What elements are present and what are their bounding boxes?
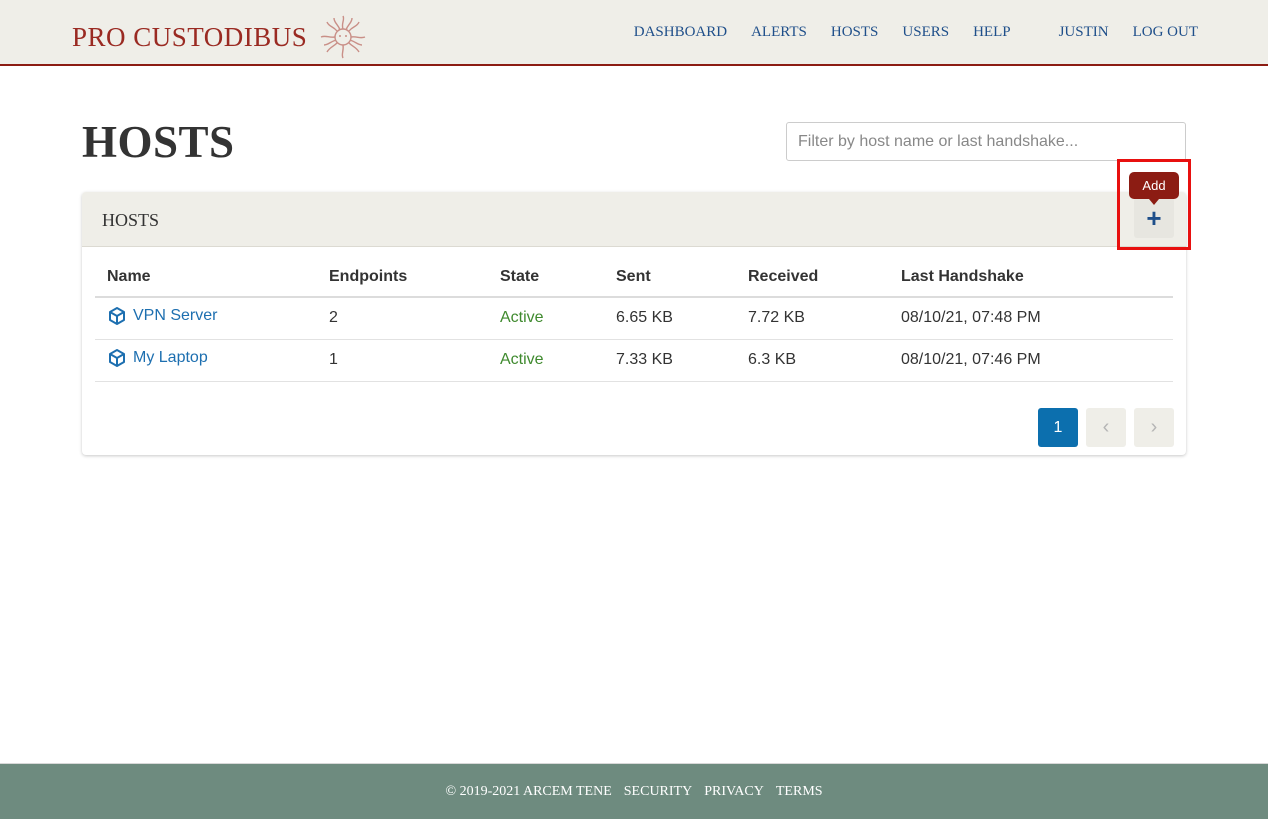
main-nav: DASHBOARD ALERTS HOSTS USERS HELP JUSTIN… xyxy=(610,22,1198,42)
host-received: 6.3 KB xyxy=(736,339,889,382)
host-last-handshake: 08/10/21, 07:46 PM xyxy=(889,339,1173,382)
prev-page-button[interactable]: ‹ xyxy=(1086,408,1126,447)
host-sent: 6.65 KB xyxy=(604,297,736,340)
col-state[interactable]: State xyxy=(488,257,604,298)
brand-name[interactable]: PRO CUSTODIBUS xyxy=(72,19,307,55)
nav-hosts[interactable]: HOSTS xyxy=(831,22,879,42)
host-sent: 7.33 KB xyxy=(604,339,736,382)
table-row: My Laptop 1 Active 7.33 KB 6.3 KB 08/10/… xyxy=(95,339,1173,382)
host-name: My Laptop xyxy=(133,348,208,366)
card-header: HOSTS + xyxy=(82,192,1186,247)
col-name[interactable]: Name xyxy=(95,257,317,298)
plus-icon: + xyxy=(1146,203,1162,233)
next-page-button[interactable]: › xyxy=(1134,408,1174,447)
cube-icon xyxy=(109,306,125,325)
footer-security-link[interactable]: SECURITY xyxy=(624,784,692,800)
host-received: 7.72 KB xyxy=(736,297,889,340)
host-last-handshake: 08/10/21, 07:48 PM xyxy=(889,297,1173,340)
col-endpoints[interactable]: Endpoints xyxy=(317,257,488,298)
hosts-table: Name Endpoints State Sent Received Last … xyxy=(95,257,1173,382)
host-endpoints: 2 xyxy=(317,297,488,340)
table-row: VPN Server 2 Active 6.65 KB 7.72 KB 08/1… xyxy=(95,297,1173,340)
col-last-handshake[interactable]: Last Handshake xyxy=(889,257,1173,298)
brand[interactable]: PRO CUSTODIBUS xyxy=(72,14,367,60)
host-state: Active xyxy=(488,297,604,340)
col-received[interactable]: Received xyxy=(736,257,889,298)
page-1-button[interactable]: 1 xyxy=(1038,408,1078,447)
nav-dashboard[interactable]: DASHBOARD xyxy=(634,22,727,42)
pagination: 1 ‹ › xyxy=(1030,408,1174,447)
host-filter-input[interactable] xyxy=(786,122,1186,161)
nav-help[interactable]: HELP xyxy=(973,22,1011,42)
footer-copyright: © 2019-2021 ARCEM TENE xyxy=(445,783,612,799)
table-header-row: Name Endpoints State Sent Received Last … xyxy=(95,257,1173,298)
card-title: HOSTS xyxy=(102,210,160,230)
nav-users[interactable]: USERS xyxy=(902,22,949,42)
page-title: HOSTS xyxy=(82,117,235,167)
add-tooltip: Add xyxy=(1129,172,1179,205)
footer: © 2019-2021 ARCEM TENE SECURITY PRIVACY … xyxy=(0,763,1268,819)
footer-privacy-link[interactable]: PRIVACY xyxy=(704,784,764,800)
chevron-right-icon: › xyxy=(1150,416,1158,438)
host-name: VPN Server xyxy=(133,306,218,324)
nav-alerts[interactable]: ALERTS xyxy=(751,22,807,42)
hosts-card: HOSTS + Name Endpoints State Sent Receiv… xyxy=(82,192,1186,455)
medusa-logo-icon xyxy=(321,15,366,59)
host-endpoints: 1 xyxy=(317,339,488,382)
chevron-left-icon: ‹ xyxy=(1102,416,1110,438)
host-link[interactable]: VPN Server xyxy=(107,306,217,326)
nav-user-profile[interactable]: JUSTIN xyxy=(1059,22,1109,42)
cube-icon xyxy=(109,348,125,367)
top-navbar: PRO CUSTODIBUS DASHBOARD ALERTS HOSTS US… xyxy=(0,0,1268,66)
host-state: Active xyxy=(488,339,604,382)
col-sent[interactable]: Sent xyxy=(604,257,736,298)
nav-logout[interactable]: LOG OUT xyxy=(1133,22,1198,42)
host-link[interactable]: My Laptop xyxy=(107,348,208,368)
footer-terms-link[interactable]: TERMS xyxy=(776,784,823,800)
